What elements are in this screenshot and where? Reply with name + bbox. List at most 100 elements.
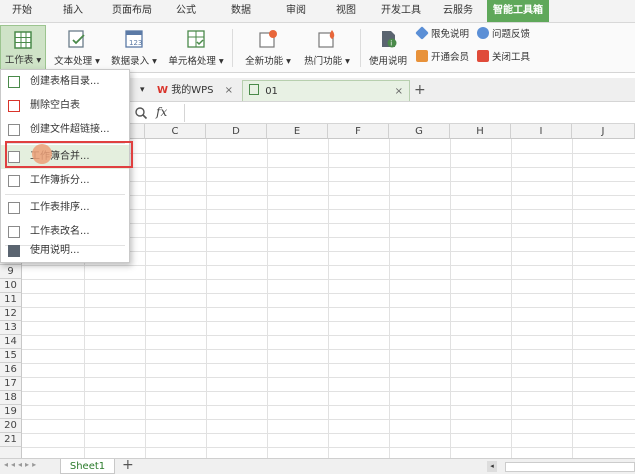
feedback-link[interactable]: 问题反馈 xyxy=(477,27,530,43)
usage-guide-button[interactable]: i 使用说明 xyxy=(364,25,412,71)
tab-view[interactable]: 视图 xyxy=(328,0,364,22)
table-icon xyxy=(14,31,32,49)
column-header[interactable]: I xyxy=(511,124,572,139)
row-header[interactable]: 13 xyxy=(0,321,22,335)
cell-check-icon xyxy=(187,30,205,48)
row-header[interactable]: 9 xyxy=(0,265,22,279)
row-header[interactable]: 20 xyxy=(0,419,22,433)
tab-file-01[interactable]: 01 × xyxy=(242,80,410,101)
help-doc-icon xyxy=(8,245,20,257)
menu-item-sort-sheets[interactable]: 工作表排序... xyxy=(1,196,129,220)
new-features-button[interactable]: 全新功能 ▾ xyxy=(240,25,296,71)
column-header[interactable]: H xyxy=(450,124,511,139)
fx-icon[interactable]: fx xyxy=(156,105,167,119)
row-header[interactable] xyxy=(0,447,22,458)
text-processing-label: 文本处理 ▾ xyxy=(54,56,100,67)
column-header[interactable]: J xyxy=(572,124,635,139)
hot-features-button[interactable]: 热门功能 ▾ xyxy=(298,25,356,71)
doc-list-chevron-icon[interactable]: ▾ xyxy=(140,80,150,101)
question-icon xyxy=(477,27,489,39)
sheet-tab-bar: ◂◂◂▸▸ Sheet1 + ◂ xyxy=(0,457,635,474)
close-icon[interactable]: × xyxy=(395,81,403,102)
worksheet-button-label: 工作表 ▾ xyxy=(4,55,42,66)
grid-line xyxy=(22,419,635,420)
grid-line xyxy=(511,139,512,458)
tab-page-layout[interactable]: 页面布局 xyxy=(105,0,159,22)
menu-item-label: 工作簿拆分... xyxy=(30,175,90,186)
tab-my-wps[interactable]: W 我的WPS × xyxy=(157,80,237,101)
close-tool-link[interactable]: 关闭工具 xyxy=(477,50,530,66)
row-header[interactable]: 12 xyxy=(0,307,22,321)
scroll-left-icon[interactable]: ◂ xyxy=(487,461,497,472)
column-header[interactable]: E xyxy=(267,124,328,139)
tab-home[interactable]: 开始 xyxy=(4,0,40,22)
row-header[interactable]: 11 xyxy=(0,293,22,307)
free-note-link[interactable]: 限免说明 xyxy=(415,26,469,43)
tab-cloud[interactable]: 云服务 xyxy=(437,0,479,22)
open-membership-link[interactable]: 开通会员 xyxy=(416,50,469,66)
ribbon: 工作表 ▾ 文本处理 ▾ 123 数据录入 ▾ 单元格处理 ▾ 全新功能 ▾ 热… xyxy=(0,23,635,73)
row-header[interactable]: 19 xyxy=(0,405,22,419)
row-header[interactable]: 10 xyxy=(0,279,22,293)
close-icon[interactable]: × xyxy=(225,85,233,96)
ribbon-tab-bar: 开始 插入 页面布局 公式 数据 审阅 视图 开发工具 云服务 智能工具箱 xyxy=(0,0,635,23)
grid-line xyxy=(389,139,390,458)
text-processing-button[interactable]: 文本处理 ▾ xyxy=(50,25,104,71)
row-header[interactable]: 18 xyxy=(0,391,22,405)
delete-sheet-icon xyxy=(8,100,20,112)
data-entry-button[interactable]: 123 数据录入 ▾ xyxy=(107,25,161,71)
column-header[interactable]: G xyxy=(389,124,450,139)
menu-item-create-hyperlink[interactable]: 创建文件超链接... xyxy=(1,118,129,142)
row-header[interactable]: 16 xyxy=(0,363,22,377)
sheet-file-icon xyxy=(249,84,259,95)
cell-processing-button[interactable]: 单元格处理 ▾ xyxy=(165,25,227,71)
tab-developer[interactable]: 开发工具 xyxy=(377,0,425,22)
menu-item-create-toc[interactable]: 创建表格目录... xyxy=(1,70,129,94)
grid-line xyxy=(22,279,635,280)
formula-input[interactable] xyxy=(184,104,635,122)
grid-line xyxy=(22,293,635,294)
tab-insert[interactable]: 插入 xyxy=(55,0,91,22)
plus-icon[interactable]: + xyxy=(414,80,428,101)
column-header[interactable]: C xyxy=(145,124,206,139)
sort-icon xyxy=(8,202,20,214)
grid-line xyxy=(328,139,329,458)
svg-text:123: 123 xyxy=(129,39,142,47)
tab-smart-toolbox[interactable]: 智能工具箱 xyxy=(487,0,549,22)
row-header[interactable]: 15 xyxy=(0,349,22,363)
grid-line xyxy=(206,139,207,458)
grid-line xyxy=(145,139,146,458)
tab-review[interactable]: 审阅 xyxy=(278,0,314,22)
row-header[interactable]: 21 xyxy=(0,433,22,447)
row-header[interactable]: 14 xyxy=(0,335,22,349)
grid-line xyxy=(22,349,635,350)
menu-item-split-workbook[interactable]: 工作簿拆分... xyxy=(1,169,129,193)
menu-item-delete-blank[interactable]: 删除空白表 xyxy=(1,94,129,118)
grid-line xyxy=(22,335,635,336)
column-header[interactable]: D xyxy=(206,124,267,139)
horizontal-scrollbar[interactable] xyxy=(505,462,635,472)
column-header[interactable]: F xyxy=(328,124,389,139)
sheet-tab[interactable]: Sheet1 xyxy=(60,459,115,474)
grid-line xyxy=(22,321,635,322)
tag-icon xyxy=(415,26,429,40)
tab-data[interactable]: 数据 xyxy=(223,0,259,22)
new-features-icon xyxy=(259,30,277,48)
menu-item-usage-guide[interactable]: 使用说明... xyxy=(1,239,129,263)
tab-formulas[interactable]: 公式 xyxy=(168,0,204,22)
grid-line xyxy=(22,433,635,434)
grid-line xyxy=(22,363,635,364)
hyperlink-icon xyxy=(8,124,20,136)
sheet-nav-arrows-icon[interactable]: ◂◂◂▸▸ xyxy=(4,460,39,469)
grid-line xyxy=(22,405,635,406)
zoom-search-icon[interactable] xyxy=(134,106,148,120)
crown-icon xyxy=(416,50,428,62)
grid-line xyxy=(22,447,635,448)
add-sheet-icon[interactable]: + xyxy=(122,457,134,473)
ribbon-separator xyxy=(360,29,361,67)
data-entry-label: 数据录入 ▾ xyxy=(111,56,157,67)
row-header[interactable]: 17 xyxy=(0,377,22,391)
worksheet-button[interactable]: 工作表 ▾ xyxy=(0,25,46,71)
hot-features-label: 热门功能 ▾ xyxy=(304,56,350,67)
hot-features-icon xyxy=(318,30,335,48)
